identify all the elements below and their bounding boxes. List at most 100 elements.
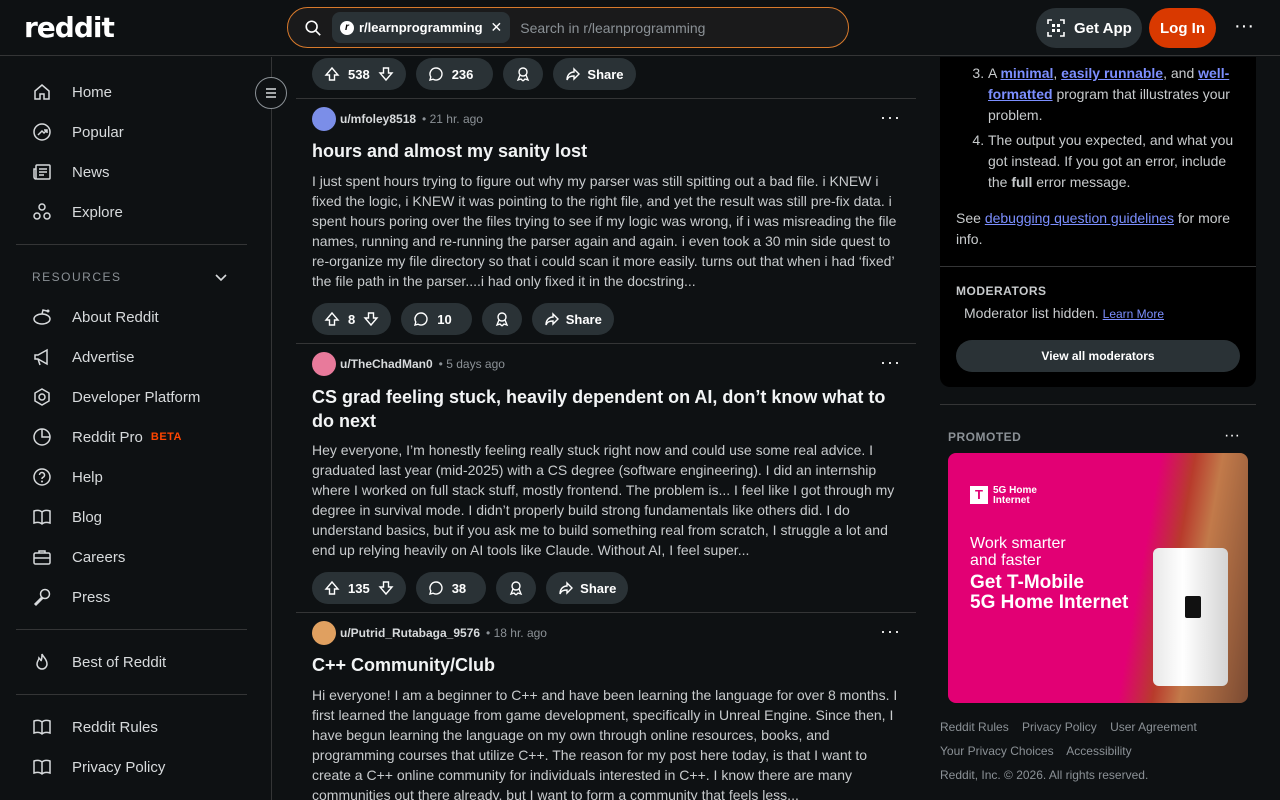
vote-pill: 538	[312, 58, 406, 90]
sidebar-item-about-reddit[interactable]: About Reddit	[32, 297, 242, 337]
meta-separator: •	[422, 112, 430, 126]
explore-icon	[33, 203, 51, 220]
vote-count: 538	[348, 66, 370, 82]
avatar[interactable]	[312, 107, 336, 131]
post-card[interactable]: u/Putrid_Rutabaga_9576 • 18 hr. ago ··· …	[296, 613, 916, 800]
more-options-icon[interactable]: ···	[1232, 16, 1256, 40]
footer-link[interactable]: Accessibility	[1066, 744, 1131, 758]
sidebar-item-careers[interactable]: Careers	[32, 537, 242, 577]
alien-icon	[33, 309, 51, 325]
sidebar-item-news[interactable]: News	[32, 152, 242, 192]
downvote-icon[interactable]	[378, 66, 394, 82]
sidebar-item-help[interactable]: Help	[32, 457, 242, 497]
post-author[interactable]: u/TheChadMan0	[340, 357, 433, 371]
sidebar-item-popular[interactable]: Popular	[32, 112, 242, 152]
post-title[interactable]: C++ Community/Club	[312, 653, 902, 677]
search-icon	[305, 19, 321, 36]
sidebar-item-blog[interactable]: Blog	[32, 497, 242, 537]
sidebar-item-advertise[interactable]: Advertise	[32, 337, 242, 377]
footer-link[interactable]: Reddit Rules	[940, 720, 1009, 734]
resources-header[interactable]: RESOURCES	[32, 270, 122, 284]
search-bar[interactable]: r r/learnprogramming ✕ Search in r/learn…	[287, 7, 849, 48]
ad-more-icon[interactable]: ···	[1224, 427, 1240, 445]
comments-button[interactable]: 236	[415, 58, 494, 90]
sidebar-item-label: Reddit Pro	[72, 428, 143, 446]
award-button[interactable]	[496, 572, 537, 604]
sidebar-item-press[interactable]: Press	[32, 577, 242, 617]
chip-label: r/learnprogramming	[359, 20, 483, 35]
sidebar-item-explore[interactable]: Explore	[32, 192, 242, 232]
reddit-logo[interactable]: reddit	[24, 11, 115, 44]
post-title[interactable]: hours and almost my sanity lost	[312, 139, 902, 163]
post-more-icon[interactable]: ···	[880, 107, 901, 128]
upvote-icon[interactable]	[324, 311, 340, 327]
sidebar-item-home[interactable]: Home	[32, 72, 242, 112]
share-label: Share	[580, 580, 617, 596]
post-author[interactable]: u/Putrid_Rutabaga_9576	[340, 626, 480, 640]
sidebar-item-label: Reddit Rules	[72, 718, 158, 736]
share-button[interactable]: Share	[546, 572, 629, 604]
rule-text: , and	[1163, 65, 1199, 81]
award-button[interactable]	[481, 303, 522, 335]
sidebar-item-developer-platform[interactable]: Developer Platform	[32, 377, 242, 417]
comments-button[interactable]: 38	[415, 572, 487, 604]
post-action-bar: 135 38 Share	[312, 572, 629, 604]
promoted-label: PROMOTED	[948, 430, 1022, 444]
upvote-icon[interactable]	[324, 66, 340, 82]
post-card: 538 236 Share	[296, 57, 916, 99]
downvote-icon[interactable]	[363, 311, 379, 327]
downvote-icon[interactable]	[378, 580, 394, 596]
share-icon	[566, 67, 581, 81]
footer-link[interactable]: Privacy Policy	[1022, 720, 1097, 734]
chevron-down-icon[interactable]	[213, 269, 229, 285]
sidebar-item-best-of-reddit[interactable]: Best of Reddit	[32, 642, 242, 682]
award-button[interactable]	[503, 58, 544, 90]
view-all-moderators-button[interactable]: View all moderators	[956, 340, 1240, 372]
post-title[interactable]: CS grad feeling stuck, heavily dependent…	[312, 385, 902, 433]
learn-more-link[interactable]: Learn More	[1103, 307, 1164, 321]
upvote-icon[interactable]	[324, 580, 340, 596]
share-button[interactable]: Share	[531, 303, 614, 335]
comments-button[interactable]: 10	[401, 303, 472, 335]
avatar[interactable]	[312, 621, 336, 645]
sidebar-toggle-button[interactable]	[255, 77, 287, 109]
easily-runnable-link[interactable]: easily runnable	[1061, 65, 1163, 81]
get-app-button[interactable]: Get App	[1036, 8, 1142, 48]
comment-count: 10	[437, 311, 452, 327]
sidebar-item-label: Home	[72, 83, 113, 101]
search-input[interactable]: Search in r/learnprogramming	[520, 20, 705, 36]
footer-links-row: Reddit Rules Privacy Policy User Agreeme…	[940, 720, 1207, 734]
post-author[interactable]: u/mfoley8518	[340, 112, 416, 126]
post-more-icon[interactable]: ···	[880, 621, 901, 642]
footer-link[interactable]: User Agreement	[1110, 720, 1197, 734]
sidebar-item-label: Press	[72, 588, 111, 606]
post-action-bar: 538 236 Share	[312, 58, 636, 90]
login-button[interactable]: Log In	[1149, 8, 1216, 48]
sidebar-item-label: Best of Reddit	[72, 653, 167, 671]
footer-link[interactable]: Your Privacy Choices	[940, 744, 1054, 758]
sidebar-item-reddit-pro[interactable]: Reddit Pro BETA	[32, 417, 242, 457]
share-button[interactable]: Share	[553, 58, 636, 90]
subreddit-search-chip[interactable]: r r/learnprogramming ✕	[332, 12, 511, 43]
avatar[interactable]	[312, 352, 336, 376]
post-time: 18 hr. ago	[493, 626, 547, 640]
sidebar-divider	[16, 694, 247, 695]
flame-icon	[36, 653, 48, 670]
post-card[interactable]: u/TheChadMan0 • 5 days ago ··· CS grad f…	[296, 344, 916, 613]
pie-icon	[33, 428, 51, 446]
post-card[interactable]: u/mfoley8518 • 21 hr. ago ··· hours and …	[296, 99, 916, 344]
minimal-link[interactable]: minimal	[1000, 65, 1053, 81]
moderator-hidden-label: Moderator list hidden.	[964, 305, 1099, 321]
sidebar-item-privacy-policy[interactable]: Privacy Policy	[32, 747, 242, 787]
chip-close-icon[interactable]: ✕	[491, 19, 503, 36]
sidebar-item-label: Help	[72, 468, 103, 486]
debugging-guidelines-link[interactable]: debugging question guidelines	[985, 210, 1174, 226]
tagline-line: Work smarter	[970, 535, 1066, 552]
comment-icon	[428, 67, 443, 81]
share-icon	[545, 312, 559, 326]
tmobile-ad[interactable]: T 5G Home Internet Work smarter and faster…	[948, 453, 1248, 703]
post-more-icon[interactable]: ···	[880, 352, 901, 373]
vote-count: 8	[348, 311, 356, 327]
sidebar-item-reddit-rules[interactable]: Reddit Rules	[32, 707, 242, 747]
rule-bold: full	[1011, 174, 1033, 190]
